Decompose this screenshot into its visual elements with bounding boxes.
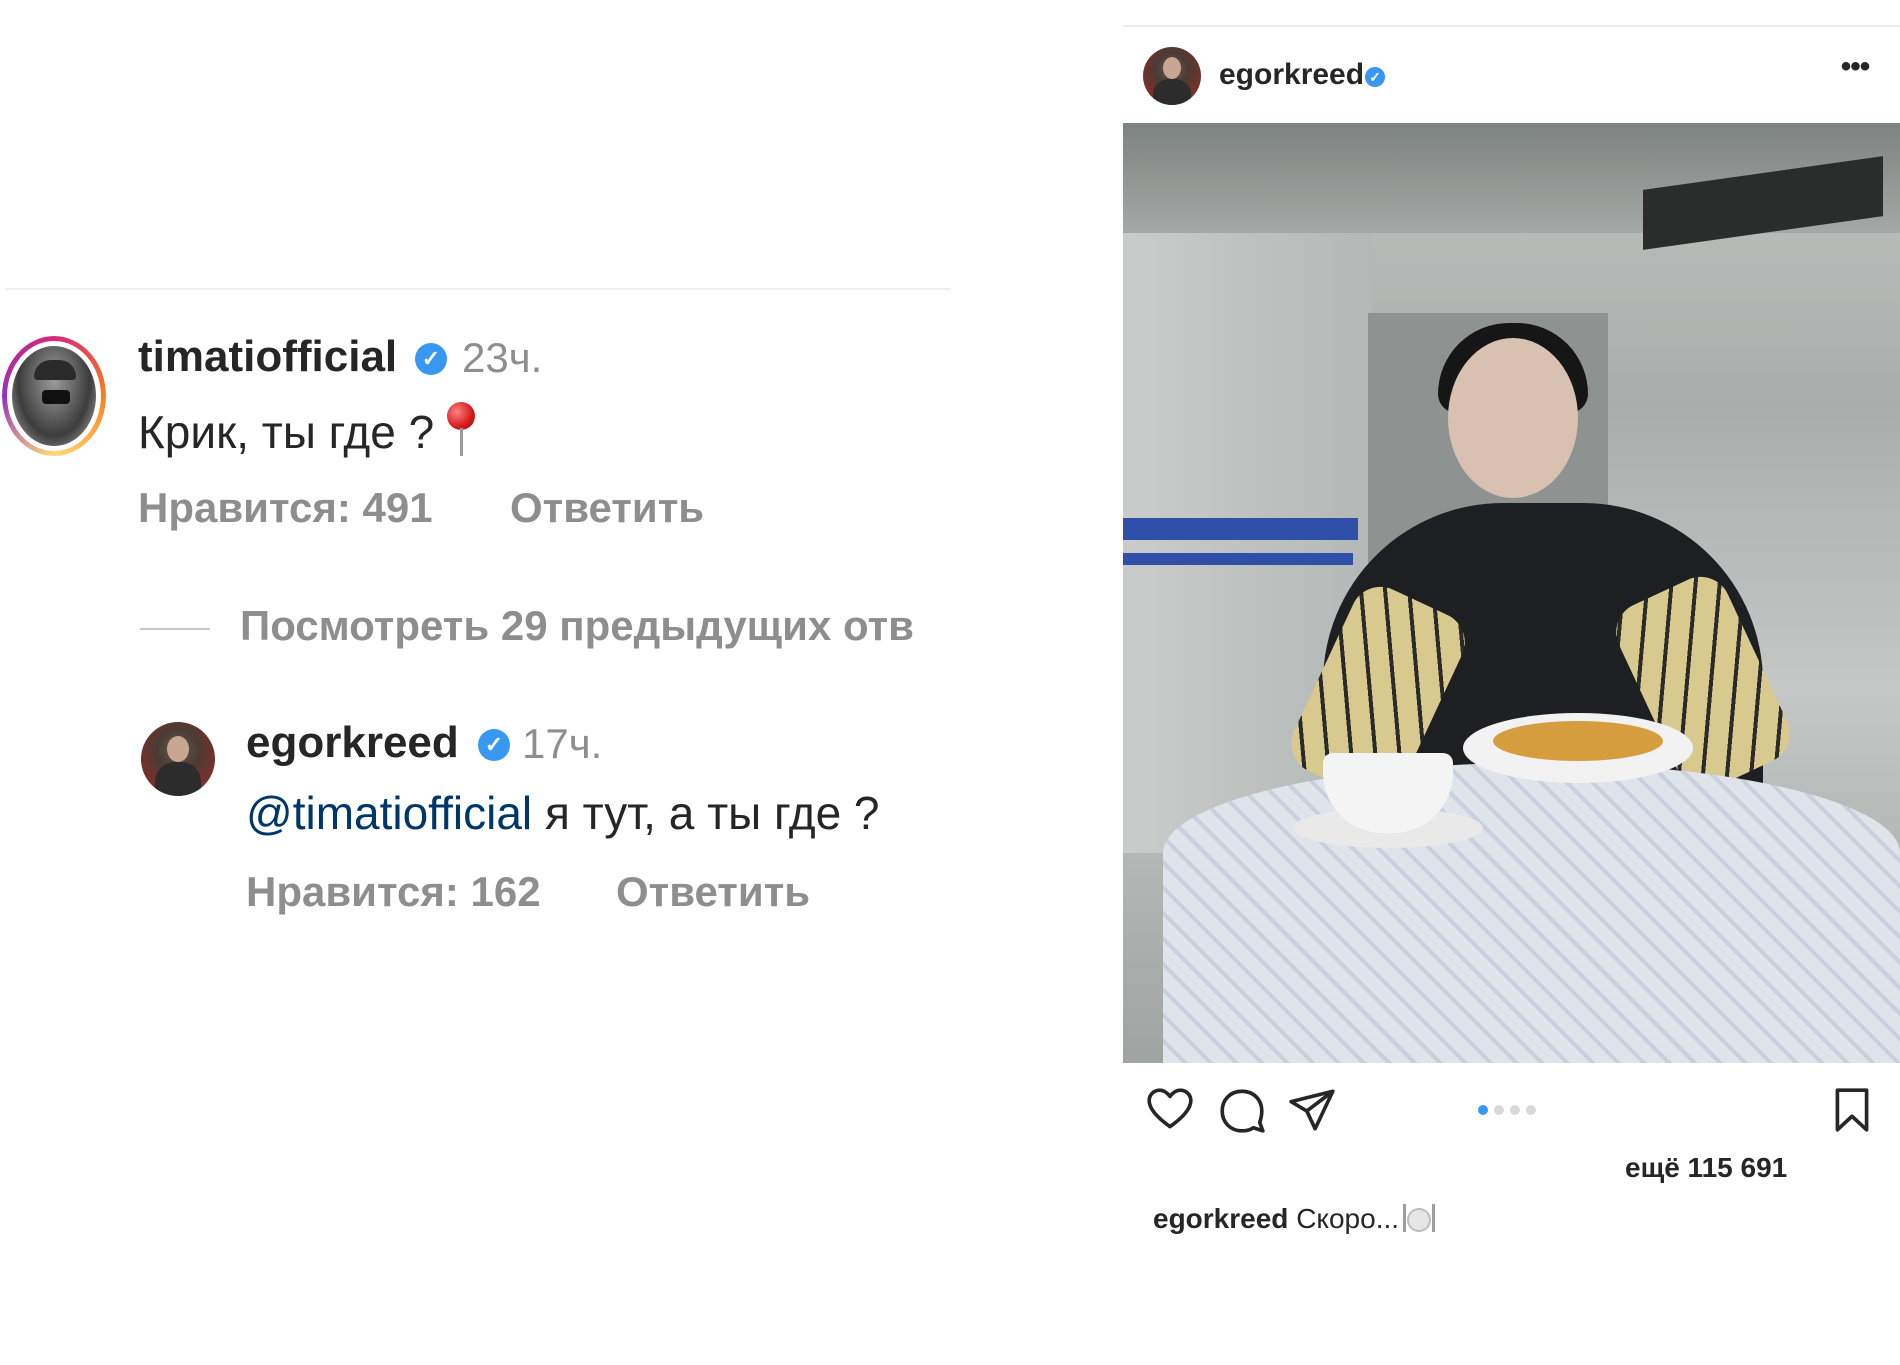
post-caption: egorkreed Скоро...: [1153, 1202, 1436, 1235]
carousel-dot: [1494, 1105, 1504, 1115]
caption-text: Скоро...: [1296, 1203, 1400, 1234]
verified-badge-icon: ✓: [1365, 67, 1385, 87]
verified-badge-icon: ✓: [478, 729, 510, 761]
round-pushpin-icon: [444, 402, 478, 458]
comment-time: 23ч.: [462, 334, 543, 381]
post-card: egorkreed ✓ ••• ещё 115 691 egorkreed Ск…: [1123, 25, 1900, 1325]
verified-badge-icon: ✓: [415, 343, 447, 375]
reply-button[interactable]: Ответить: [510, 484, 704, 532]
likes-count[interactable]: ещё 115 691: [1625, 1152, 1787, 1184]
comment-likes[interactable]: Нравится: 162: [246, 868, 541, 916]
divider: [1123, 25, 1900, 27]
comment-text: @timatiofficial я тут, а ты где ?: [246, 787, 880, 839]
view-replies-line: [140, 628, 210, 630]
share-icon[interactable]: [1287, 1085, 1337, 1135]
caption-username[interactable]: egorkreed: [1153, 1203, 1288, 1234]
mention-link[interactable]: @timatiofficial: [246, 787, 532, 839]
carousel-dot: [1526, 1105, 1536, 1115]
comments-panel: timatiofficial ✓ 23ч. Крик, ты где ? Нра…: [0, 0, 955, 1365]
divider: [5, 288, 951, 290]
more-horizontal-icon[interactable]: •••: [1833, 52, 1877, 85]
post-actions-bar: [1123, 1085, 1900, 1145]
heart-icon[interactable]: [1145, 1085, 1195, 1135]
bookmark-icon[interactable]: [1827, 1085, 1877, 1135]
reply-button[interactable]: Ответить: [616, 868, 810, 916]
comment-username[interactable]: timatiofficial: [138, 332, 397, 382]
plate-cutlery-icon: [1403, 1202, 1436, 1234]
comment-text: Крик, ты где ?: [138, 402, 478, 459]
view-previous-replies-button[interactable]: Посмотреть 29 предыдущих отв: [240, 602, 914, 650]
comment-time: 17ч.: [522, 720, 603, 767]
carousel-dot: [1478, 1105, 1488, 1115]
comment-username[interactable]: egorkreed: [246, 718, 459, 768]
comment-icon[interactable]: [1217, 1085, 1267, 1135]
avatar-egorkreed[interactable]: [141, 722, 215, 796]
carousel-dot: [1510, 1105, 1520, 1115]
avatar-timatiofficial[interactable]: [2, 336, 106, 456]
post-photo[interactable]: [1123, 123, 1900, 1063]
comment-likes[interactable]: Нравится: 491: [138, 484, 433, 532]
post-author-username[interactable]: egorkreed: [1219, 58, 1364, 92]
post-author-avatar[interactable]: [1143, 47, 1201, 105]
avatar-image: [12, 346, 96, 446]
